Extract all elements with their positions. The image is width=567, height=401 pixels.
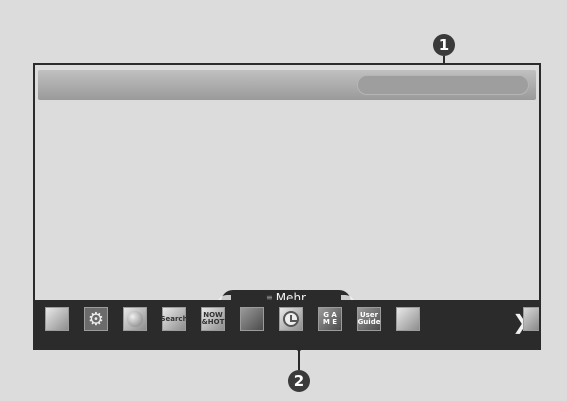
- internet-icon[interactable]: [123, 307, 147, 331]
- game-icon[interactable]: G A M E: [318, 307, 342, 331]
- callout-2: 2: [288, 370, 310, 392]
- launcher-icons: ⚙ Search NOW &HOT G A M E User Guide: [45, 307, 420, 331]
- premium-icon[interactable]: [45, 307, 69, 331]
- top-bar-field[interactable]: [357, 75, 529, 95]
- input-list-icon[interactable]: [396, 307, 420, 331]
- top-bar: [38, 70, 536, 100]
- settings-icon[interactable]: ⚙: [84, 307, 108, 331]
- smart-share-icon[interactable]: [240, 307, 264, 331]
- launcher-bar: ⚙ Search NOW &HOT G A M E User Guide ❯: [35, 300, 539, 348]
- now-hot-icon[interactable]: NOW &HOT: [201, 307, 225, 331]
- partial-app-icon[interactable]: [523, 307, 539, 331]
- tv-screen: ≡ Mehr ⚙ Search NOW &HOT G A M E User Gui…: [33, 63, 541, 350]
- user-guide-icon[interactable]: User Guide: [357, 307, 381, 331]
- callout-1: 1: [433, 34, 455, 56]
- scheduler-icon[interactable]: [279, 307, 303, 331]
- search-icon[interactable]: Search: [160, 307, 188, 331]
- callout-2-leader: [298, 348, 300, 370]
